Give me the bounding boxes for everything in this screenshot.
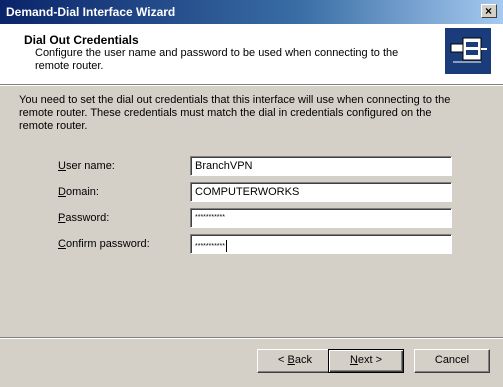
header-divider (0, 84, 503, 86)
confirm-password-value: *********** (195, 242, 225, 250)
page-subtitle: Configure the user name and password to … (35, 47, 399, 72)
network-cable-icon (445, 28, 491, 74)
wizard-header: Dial Out Credentials Configure the user … (0, 24, 503, 84)
close-icon: × (485, 4, 493, 18)
cancel-button[interactable]: Cancel (414, 349, 490, 373)
domain-label: Domain: (58, 186, 99, 198)
title-bar: Demand-Dial Interface Wizard × (0, 0, 503, 24)
window-title: Demand-Dial Interface Wizard (6, 5, 176, 19)
confirm-password-field[interactable]: *********** (190, 234, 452, 254)
close-button[interactable]: × (481, 4, 497, 18)
page-title: Dial Out Credentials (24, 33, 139, 47)
password-label: Password: (58, 212, 110, 224)
intro-text: You need to set the dial out credentials… (19, 94, 451, 132)
next-button[interactable]: Next > (328, 349, 404, 373)
text-caret (225, 240, 227, 252)
username-label: User name: (58, 160, 115, 172)
username-field[interactable]: BranchVPN (190, 156, 452, 176)
password-field[interactable]: *********** (190, 208, 452, 228)
back-button[interactable]: < Back (257, 349, 333, 373)
confirm-password-label: Confirm password: (58, 238, 150, 250)
footer-divider (0, 337, 503, 339)
domain-field[interactable]: COMPUTERWORKS (190, 182, 452, 202)
